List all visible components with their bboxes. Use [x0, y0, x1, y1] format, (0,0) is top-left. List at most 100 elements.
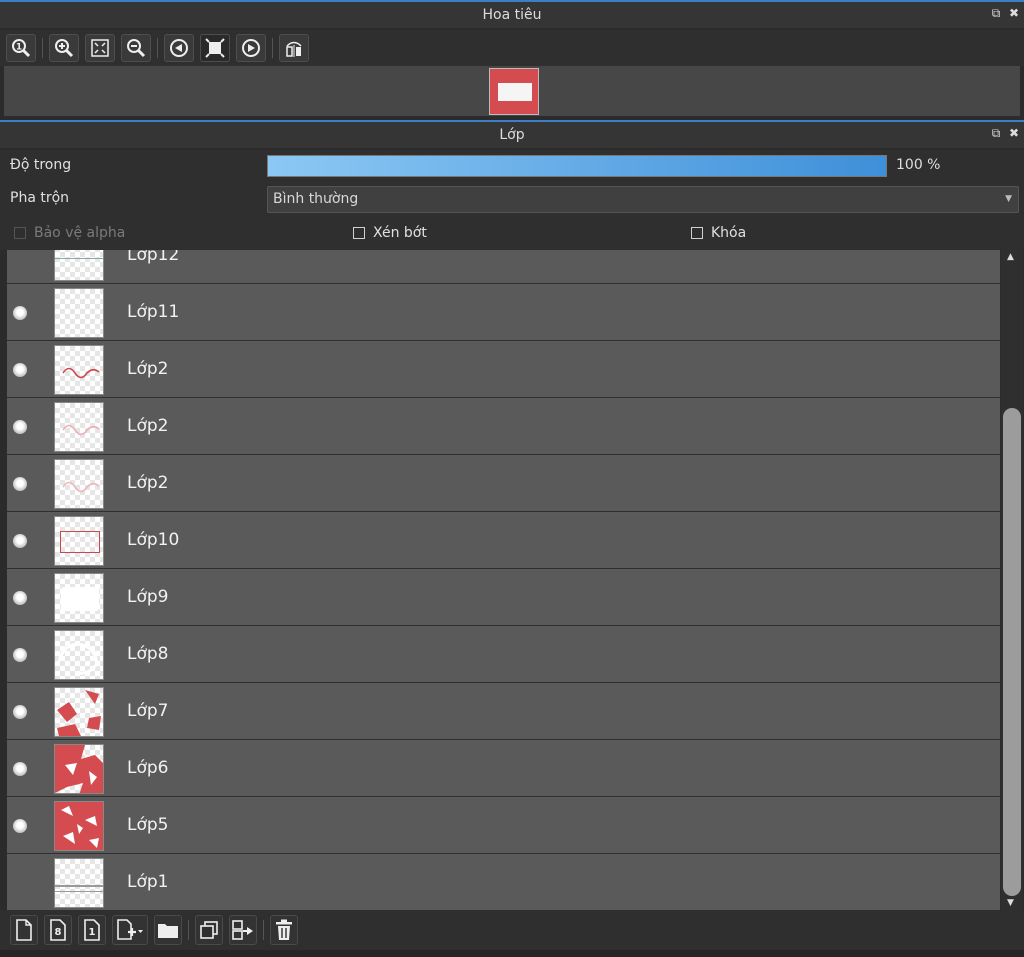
- layer-row[interactable]: Lớp11: [7, 285, 1000, 341]
- visibility-toggle-icon[interactable]: [13, 591, 27, 605]
- layer-toolbar: 8 1: [0, 910, 1024, 950]
- layer-row[interactable]: Lớp8: [7, 627, 1000, 683]
- opacity-label: Độ trong: [10, 157, 72, 173]
- trash-icon: [276, 919, 292, 940]
- scrollbar-thumb[interactable]: [1003, 408, 1021, 896]
- layer-row[interactable]: Lớp2: [7, 342, 1000, 398]
- layer-name: Lớp11: [127, 302, 180, 322]
- layer-row[interactable]: Lớp2: [7, 456, 1000, 512]
- zoom-actual-size-icon: 1: [12, 39, 31, 58]
- rotate-left-button[interactable]: [164, 34, 194, 62]
- undock-icon[interactable]: ⧉: [990, 126, 1002, 140]
- new-page-icon: [16, 919, 32, 941]
- zoom-in-icon: [55, 39, 74, 58]
- scroll-down-icon[interactable]: ▼: [1007, 898, 1014, 908]
- scroll-up-icon[interactable]: ▲: [1007, 252, 1014, 262]
- flip-horizontal-button[interactable]: [279, 34, 309, 62]
- close-icon[interactable]: ✖: [1008, 6, 1020, 20]
- zoom-in-button[interactable]: [49, 34, 79, 62]
- visibility-toggle-icon[interactable]: [13, 306, 27, 320]
- visibility-toggle-icon[interactable]: [13, 363, 27, 377]
- layer-row[interactable]: Lớp10: [7, 513, 1000, 569]
- blend-mode-select[interactable]: Bình thường ▼: [267, 186, 1019, 213]
- undock-icon[interactable]: ⧉: [990, 6, 1002, 20]
- duplicate-icon: [200, 921, 218, 939]
- layer-thumbnail: [54, 573, 104, 623]
- new-layer-button[interactable]: [10, 915, 38, 945]
- svg-text:1: 1: [89, 927, 96, 938]
- svg-text:1: 1: [16, 43, 22, 53]
- protect-alpha-checkbox[interactable]: Bảo vệ alpha: [14, 225, 125, 241]
- lock-label: Khóa: [711, 225, 747, 241]
- blend-mode-label: Pha trộn: [10, 190, 70, 206]
- zoom-out-button[interactable]: [121, 34, 151, 62]
- layer-panel-header: Lớp ⧉ ✖: [0, 120, 1024, 148]
- layer-panel-title: Lớp: [499, 127, 525, 143]
- layer-name: Lớp10: [127, 530, 180, 550]
- lock-checkbox[interactable]: Khóa: [691, 225, 746, 241]
- rotate-right-button[interactable]: [236, 34, 266, 62]
- folder-icon: [158, 924, 178, 938]
- layer-thumbnail: [54, 630, 104, 680]
- layer-row[interactable]: Lớp5: [7, 798, 1000, 854]
- fit-to-window-icon: [91, 39, 109, 57]
- new-1bit-layer-button[interactable]: 1: [78, 915, 106, 945]
- clipping-checkbox[interactable]: Xén bớt: [353, 225, 427, 241]
- layer-name: Lớp8: [127, 644, 169, 664]
- layer-name: Lớp6: [127, 758, 169, 778]
- zoom-actual-size-button[interactable]: 1: [6, 34, 36, 62]
- navigator-preview[interactable]: [4, 66, 1020, 116]
- navigator-panel-header: Hoa tiêu ⧉ ✖: [0, 0, 1024, 28]
- layer-thumbnail: [54, 345, 104, 395]
- layer-name: Lớp2: [127, 473, 169, 493]
- layer-thumbnail: [54, 801, 104, 851]
- layer-thumbnail: [54, 250, 104, 281]
- rotate-left-icon: [170, 39, 188, 57]
- layer-row[interactable]: Lớp6: [7, 741, 1000, 797]
- fit-canvas-icon: [205, 38, 225, 58]
- visibility-toggle-icon[interactable]: [13, 819, 27, 833]
- merge-layer-button[interactable]: [229, 915, 257, 945]
- new-folder-button[interactable]: [154, 915, 182, 945]
- chevron-down-icon: ▼: [1005, 194, 1012, 204]
- opacity-slider[interactable]: [267, 155, 887, 177]
- rotate-right-icon: [242, 39, 260, 57]
- layer-name: Lớp9: [127, 587, 169, 607]
- duplicate-layer-button[interactable]: [195, 915, 223, 945]
- layer-row[interactable]: Lớp7: [7, 684, 1000, 740]
- layer-name: Lớp1: [127, 872, 169, 892]
- layer-thumbnail: [54, 858, 104, 908]
- visibility-toggle-icon[interactable]: [13, 420, 27, 434]
- status-strip: [0, 950, 1024, 957]
- layer-row[interactable]: Lớp9: [7, 570, 1000, 626]
- checkbox-box: [691, 227, 703, 239]
- visibility-toggle-icon[interactable]: [13, 762, 27, 776]
- fit-to-window-button[interactable]: [85, 34, 115, 62]
- clipping-label: Xén bớt: [373, 225, 427, 241]
- layer-name: Lớp5: [127, 815, 169, 835]
- new-8bit-layer-button[interactable]: 8: [44, 915, 72, 945]
- visibility-toggle-icon[interactable]: [13, 648, 27, 662]
- 8bit-layer-icon: 8: [50, 919, 66, 941]
- close-icon[interactable]: ✖: [1008, 126, 1020, 140]
- layer-row[interactable]: Lớp2: [7, 399, 1000, 455]
- layer-list: Lớp12 Lớp11 Lớp2 Lớp2 Lớp2 Lớp10 Lớp9 Lớ…: [7, 250, 1000, 910]
- layer-thumbnail: [54, 744, 104, 794]
- merge-down-icon: [232, 920, 253, 940]
- canvas-preview-thumbnail: [489, 68, 539, 115]
- layer-name: Lớp7: [127, 701, 169, 721]
- add-layer-menu-button[interactable]: [112, 915, 148, 945]
- layer-row[interactable]: Lớp12: [7, 250, 1000, 284]
- visibility-toggle-icon[interactable]: [13, 534, 27, 548]
- visibility-toggle-icon[interactable]: [13, 705, 27, 719]
- fit-canvas-button[interactable]: [200, 34, 230, 62]
- layer-list-scrollbar[interactable]: ▲ ▼: [1001, 250, 1023, 910]
- delete-layer-button[interactable]: [270, 915, 298, 945]
- visibility-toggle-icon[interactable]: [13, 477, 27, 491]
- navigator-toolbar: 1: [0, 30, 1024, 66]
- svg-text:8: 8: [55, 927, 62, 938]
- layer-row[interactable]: Lớp1: [7, 855, 1000, 910]
- layer-thumbnail: [54, 516, 104, 566]
- layer-name: Lớp2: [127, 416, 169, 436]
- navigator-panel-title: Hoa tiêu: [482, 7, 542, 23]
